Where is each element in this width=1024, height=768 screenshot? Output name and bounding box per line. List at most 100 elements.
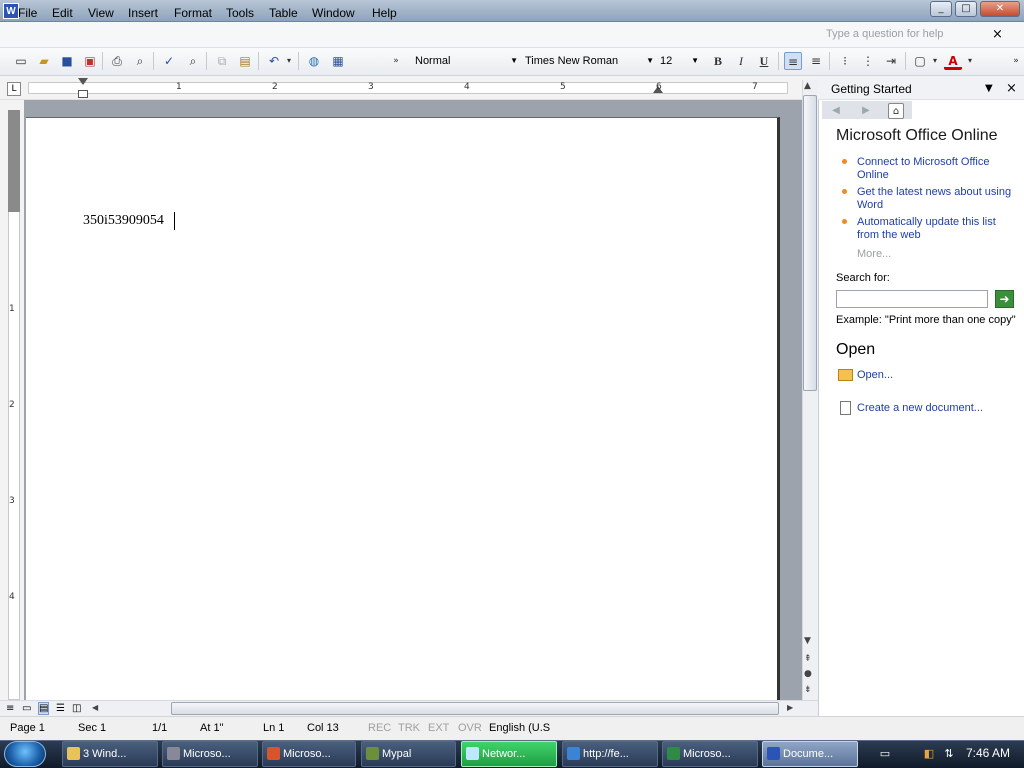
status-ovr[interactable]: OVR xyxy=(458,722,482,734)
close-document-button[interactable]: × xyxy=(992,27,1003,42)
create-new-document-link[interactable]: Create a new document... xyxy=(857,402,983,414)
status-ext[interactable]: EXT xyxy=(428,722,449,734)
left-indent-marker[interactable] xyxy=(78,90,88,98)
close-button[interactable]: ✕ xyxy=(980,1,1020,17)
task-pane-menu-icon[interactable]: ▼ xyxy=(985,83,993,94)
first-line-indent-marker[interactable] xyxy=(78,78,88,85)
taskbar-item[interactable]: http://fe... xyxy=(562,741,658,767)
start-button[interactable] xyxy=(4,741,46,767)
word-icon xyxy=(767,747,780,760)
save-icon[interactable]: ■ xyxy=(58,52,76,70)
toolbar-options-icon[interactable]: » xyxy=(1010,52,1022,70)
font-size-combo[interactable]: 12 ▼ xyxy=(657,52,701,70)
font-combo[interactable]: Times New Roman ▼ xyxy=(522,52,656,70)
horizontal-scroll-thumb[interactable] xyxy=(171,702,779,715)
status-rec[interactable]: REC xyxy=(368,722,391,734)
new-icon[interactable]: ▭ xyxy=(12,52,30,70)
taskbar-item[interactable]: Microso... xyxy=(262,741,356,767)
auto-update-link[interactable]: Automatically update this list from the … xyxy=(857,216,1017,242)
borders-icon[interactable]: ▢ xyxy=(911,52,929,70)
menu-file[interactable]: File xyxy=(18,6,37,20)
menu-format[interactable]: Format xyxy=(174,6,212,20)
spelling-icon[interactable]: ✓ xyxy=(160,52,178,70)
undo-icon[interactable]: ↶ xyxy=(265,52,283,70)
table-icon[interactable]: ▦ xyxy=(329,52,347,70)
undo-dropdown-icon[interactable]: ▾ xyxy=(284,52,294,70)
scroll-right-icon[interactable]: ▶ xyxy=(787,703,793,712)
status-trk[interactable]: TRK xyxy=(398,722,420,734)
underline-button[interactable]: U xyxy=(755,52,773,70)
menu-table[interactable]: Table xyxy=(269,6,298,20)
home-icon[interactable]: ⌂ xyxy=(888,103,904,119)
search-go-button[interactable]: ➜ xyxy=(995,290,1014,308)
align-center-icon[interactable]: ≡ xyxy=(807,52,825,70)
open-folder-icon[interactable]: ▰ xyxy=(35,52,53,70)
borders-dropdown-icon[interactable]: ▾ xyxy=(930,52,940,70)
search-label: Search for: xyxy=(836,272,890,284)
menu-insert[interactable]: Insert xyxy=(128,6,158,20)
bullets-icon[interactable]: ⋮ xyxy=(859,52,877,70)
clock[interactable]: 7:46 AM xyxy=(966,746,1010,760)
tab-selector[interactable]: L xyxy=(7,82,21,96)
scroll-down-icon[interactable]: ▼ xyxy=(804,636,811,646)
taskbar-item[interactable]: Docume... xyxy=(762,741,858,767)
align-left-icon[interactable]: ≡ xyxy=(784,52,802,70)
indent-icon[interactable]: ⇥ xyxy=(882,52,900,70)
italic-button[interactable]: I xyxy=(732,52,750,70)
print-preview-icon[interactable]: ⌕ xyxy=(131,52,149,70)
permission-icon[interactable]: ▣ xyxy=(81,52,99,70)
menu-view[interactable]: View xyxy=(88,6,114,20)
task-pane-title[interactable]: Getting Started xyxy=(831,82,912,96)
menu-help[interactable]: Help xyxy=(372,6,397,20)
forward-icon[interactable]: ▶ xyxy=(858,103,874,119)
vertical-scroll-thumb[interactable] xyxy=(803,95,817,391)
keyboard-icon[interactable]: ▭ xyxy=(878,747,892,761)
taskbar-item[interactable]: 3 Wind... xyxy=(62,741,158,767)
select-browse-object-icon[interactable]: ● xyxy=(804,669,812,679)
toolbar-options-icon[interactable]: » xyxy=(390,52,402,70)
network-tray-icon[interactable]: ⇅ xyxy=(942,747,956,761)
font-color-icon[interactable]: A xyxy=(944,52,962,70)
copy-icon[interactable]: ⧉ xyxy=(213,52,231,70)
task-pane-close-icon[interactable]: × xyxy=(1006,81,1017,96)
numbering-icon[interactable]: ⁝ xyxy=(836,52,854,70)
language-bar-icon[interactable]: ◧ xyxy=(922,747,936,761)
document-page[interactable] xyxy=(26,117,780,700)
latest-news-link[interactable]: Get the latest news about using Word xyxy=(857,186,1017,212)
taskbar-item[interactable]: Microso... xyxy=(162,741,258,767)
print-icon[interactable]: ⎙ xyxy=(108,52,126,70)
print-layout-icon[interactable]: ▤ xyxy=(38,702,50,715)
open-link[interactable]: Open... xyxy=(857,369,893,381)
more-link[interactable]: More... xyxy=(857,248,891,260)
taskbar-item[interactable]: Microso... xyxy=(662,741,758,767)
menu-tools[interactable]: Tools xyxy=(226,6,254,20)
help-question-input[interactable]: Type a question for help xyxy=(826,28,1006,44)
normal-view-icon[interactable]: ≡ xyxy=(6,703,14,714)
paste-icon[interactable]: ▤ xyxy=(236,52,254,70)
connect-online-link[interactable]: Connect to Microsoft Office Online xyxy=(857,156,1017,182)
search-input[interactable] xyxy=(836,290,988,308)
menu-edit[interactable]: Edit xyxy=(52,6,73,20)
word-app-icon[interactable]: W xyxy=(3,3,19,19)
style-combo[interactable]: Normal ▼ xyxy=(412,52,520,70)
document-text[interactable]: 350i53909054 xyxy=(83,213,164,229)
taskbar-item-label: http://fe... xyxy=(583,748,629,760)
scroll-up-icon[interactable]: ▲ xyxy=(804,81,811,91)
maximize-button[interactable]: □ xyxy=(955,1,977,17)
font-color-dropdown-icon[interactable]: ▾ xyxy=(965,52,975,70)
next-page-icon[interactable]: ⇟ xyxy=(804,685,812,695)
research-icon[interactable]: ⌕ xyxy=(184,52,202,70)
hyperlink-icon[interactable]: ◍ xyxy=(305,52,323,70)
web-layout-icon[interactable]: ▭ xyxy=(22,703,31,714)
outline-view-icon[interactable]: ☰ xyxy=(56,703,65,714)
minimize-button[interactable]: _ xyxy=(930,1,952,17)
reading-layout-icon[interactable]: ◫ xyxy=(72,703,81,714)
menu-window[interactable]: Window xyxy=(312,6,355,20)
scroll-left-icon[interactable]: ◀ xyxy=(92,703,98,712)
back-icon[interactable]: ◀ xyxy=(828,103,844,119)
ruler-number: 3 xyxy=(9,496,15,506)
taskbar-item[interactable]: Networ... xyxy=(461,741,557,767)
previous-page-icon[interactable]: ⇞ xyxy=(804,654,812,664)
bold-button[interactable]: B xyxy=(709,52,727,70)
taskbar-item[interactable]: Mypal xyxy=(361,741,456,767)
